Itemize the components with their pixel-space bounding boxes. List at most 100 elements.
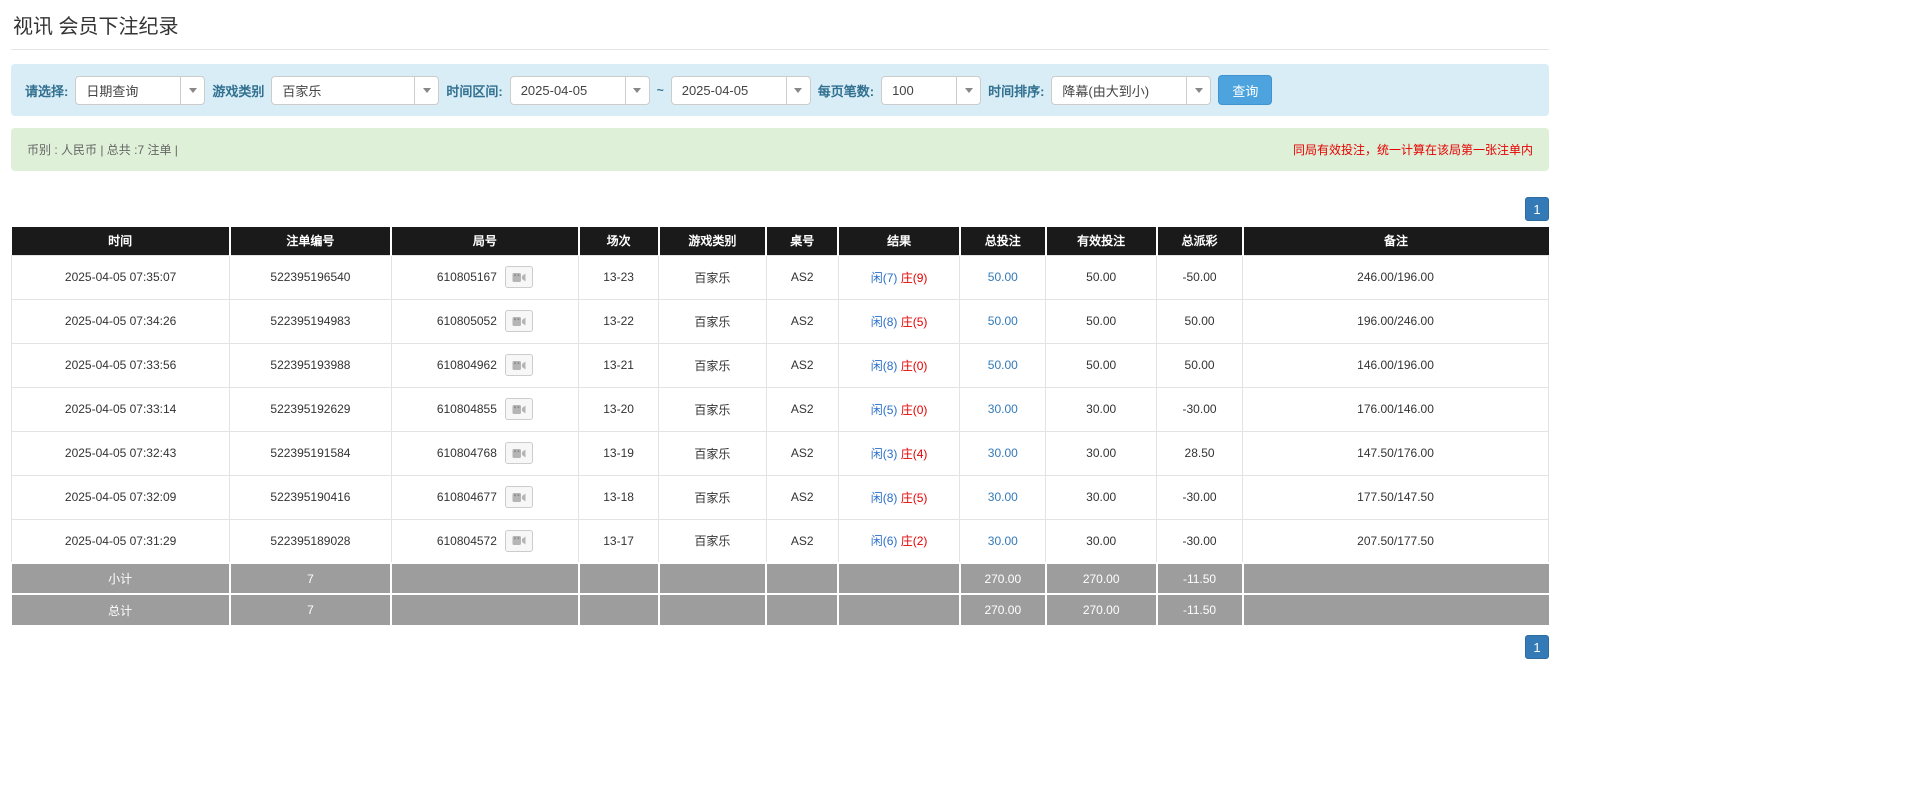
total-bet-link[interactable]: 30.00	[988, 402, 1018, 416]
subtotal-label: 小计	[11, 562, 231, 594]
video-replay-icon[interactable]	[504, 529, 533, 552]
cell-session: 13-21	[578, 342, 660, 388]
total-bet-link[interactable]: 50.00	[988, 314, 1018, 328]
total-valid-bet: 270.00	[1045, 593, 1158, 625]
total-bet-link[interactable]: 30.00	[988, 490, 1018, 504]
result-player: 闲(5)	[870, 402, 898, 417]
cell-round-id: 610804677	[390, 474, 580, 520]
date-range-separator: ~	[656, 83, 664, 97]
cell-valid-bet: 30.00	[1045, 474, 1157, 520]
cell-result: 闲(5) 庄(0)	[837, 386, 961, 432]
chevron-down-icon	[180, 76, 204, 104]
cell-session: 13-18	[578, 474, 660, 520]
cell-round-id: 610804855	[390, 386, 580, 432]
header-total-bet: 总投注	[959, 227, 1047, 255]
table-row: 2025-04-05 07:32:09 522395190416 6108046…	[10, 474, 1549, 520]
cell-session: 13-20	[578, 386, 660, 432]
cell-result: 闲(8) 庄(0)	[837, 342, 961, 388]
query-type-dropdown[interactable]: 日期查询	[75, 75, 206, 105]
table-body: 2025-04-05 07:35:07 522395196540 6108051…	[10, 254, 1549, 564]
date-to-dropdown[interactable]: 2025-04-05	[670, 75, 811, 105]
cell-game-type: 百家乐	[658, 254, 767, 300]
page-size-dropdown[interactable]: 100	[881, 75, 982, 105]
date-from-dropdown[interactable]: 2025-04-05	[509, 75, 650, 105]
cell-total-bet: 30.00	[959, 474, 1047, 520]
cell-remark: 146.00/196.00	[1242, 342, 1549, 388]
page-container: 视讯 会员下注纪录 请选择: 日期查询 游戏类别 百家乐 时间区间: 2025-…	[0, 6, 1560, 659]
cell-payout: 50.00	[1155, 298, 1244, 344]
total-bet-link[interactable]: 50.00	[988, 358, 1018, 372]
date-from-value: 2025-04-05	[520, 82, 588, 98]
cell-remark: 176.00/146.00	[1242, 386, 1549, 432]
cell-valid-bet: 30.00	[1045, 518, 1157, 564]
info-bar: 币别 : 人民币 | 总共 :7 注单 | 同局有效投注，统一计算在该局第一张注…	[11, 128, 1549, 171]
cell-total-bet: 50.00	[959, 298, 1047, 344]
sort-dropdown[interactable]: 降幕(由大到小)	[1051, 75, 1212, 105]
cell-table-no: AS2	[765, 474, 839, 520]
cell-remark: 196.00/246.00	[1242, 298, 1549, 344]
header-result: 结果	[838, 227, 961, 255]
video-replay-icon[interactable]	[504, 266, 533, 288]
header-remark: 备注	[1242, 227, 1549, 255]
result-banker: 庄(4)	[900, 446, 928, 461]
date-to-value: 2025-04-05	[681, 82, 749, 98]
cell-round-id: 610805052	[390, 298, 580, 344]
cell-session: 13-17	[578, 518, 660, 564]
cell-bet-id: 522395191584	[229, 430, 392, 476]
cell-remark: 207.50/177.50	[1242, 518, 1549, 564]
cell-total-bet: 50.00	[959, 254, 1047, 300]
cell-result: 闲(3) 庄(4)	[837, 430, 961, 476]
cell-remark: 147.50/176.00	[1242, 430, 1549, 476]
header-time: 时间	[11, 227, 231, 255]
table-row: 2025-04-05 07:33:56 522395193988 6108049…	[10, 342, 1549, 388]
cell-round-id: 610804962	[390, 342, 580, 388]
video-replay-icon[interactable]	[504, 486, 533, 508]
cell-time: 2025-04-05 07:34:26	[10, 298, 231, 344]
cell-result: 闲(7) 庄(9)	[837, 254, 961, 300]
header-table-no: 桌号	[766, 227, 840, 255]
video-replay-icon[interactable]	[504, 442, 533, 464]
cell-result: 闲(6) 庄(2)	[837, 518, 961, 564]
cell-game-type: 百家乐	[658, 430, 767, 476]
cell-table-no: AS2	[765, 342, 839, 388]
chevron-down-icon	[785, 76, 810, 104]
subtotal-payout: -11.50	[1156, 562, 1244, 594]
cell-total-bet: 30.00	[959, 518, 1047, 564]
total-bet-link[interactable]: 30.00	[988, 534, 1018, 548]
total-bet-link[interactable]: 50.00	[988, 270, 1018, 284]
cell-round-id: 610805167	[390, 254, 580, 300]
cell-time: 2025-04-05 07:32:43	[10, 430, 231, 476]
total-bet-link[interactable]: 30.00	[988, 446, 1018, 460]
cell-bet-id: 522395193988	[229, 342, 392, 388]
cell-bet-id: 522395189028	[229, 518, 392, 564]
header-round-id: 局号	[391, 227, 580, 255]
cell-game-type: 百家乐	[658, 474, 767, 520]
video-replay-icon[interactable]	[504, 310, 533, 332]
cell-payout: -30.00	[1155, 386, 1244, 432]
video-replay-icon[interactable]	[504, 398, 533, 420]
cell-table-no: AS2	[765, 298, 839, 344]
cell-round-id: 610804572	[390, 518, 580, 564]
pagination-bottom: 1	[11, 635, 1549, 659]
header-bet-id: 注单编号	[229, 227, 393, 255]
result-player: 闲(6)	[870, 534, 898, 549]
page-button-1[interactable]: 1	[1525, 635, 1549, 659]
pagination-top: 1	[11, 197, 1549, 221]
header-session: 场次	[578, 227, 660, 255]
cell-valid-bet: 50.00	[1045, 254, 1157, 300]
result-banker: 庄(5)	[900, 314, 928, 329]
video-replay-icon[interactable]	[504, 354, 533, 376]
cell-bet-id: 522395196540	[229, 254, 392, 300]
search-button[interactable]: 查询	[1218, 75, 1273, 105]
page-button-1[interactable]: 1	[1525, 197, 1549, 221]
result-player: 闲(8)	[870, 490, 898, 505]
filter-bar: 请选择: 日期查询 游戏类别 百家乐 时间区间: 2025-04-05 ~ 20…	[11, 64, 1549, 116]
cell-remark: 246.00/196.00	[1242, 254, 1549, 300]
subtotal-total-bet: 270.00	[959, 562, 1047, 594]
game-type-dropdown[interactable]: 百家乐	[271, 75, 440, 105]
total-count: 7	[229, 593, 393, 625]
cell-game-type: 百家乐	[658, 342, 767, 388]
chevron-down-icon	[624, 76, 649, 104]
page-size-label: 每页笔数:	[817, 83, 875, 99]
time-range-label: 时间区间:	[446, 83, 503, 99]
